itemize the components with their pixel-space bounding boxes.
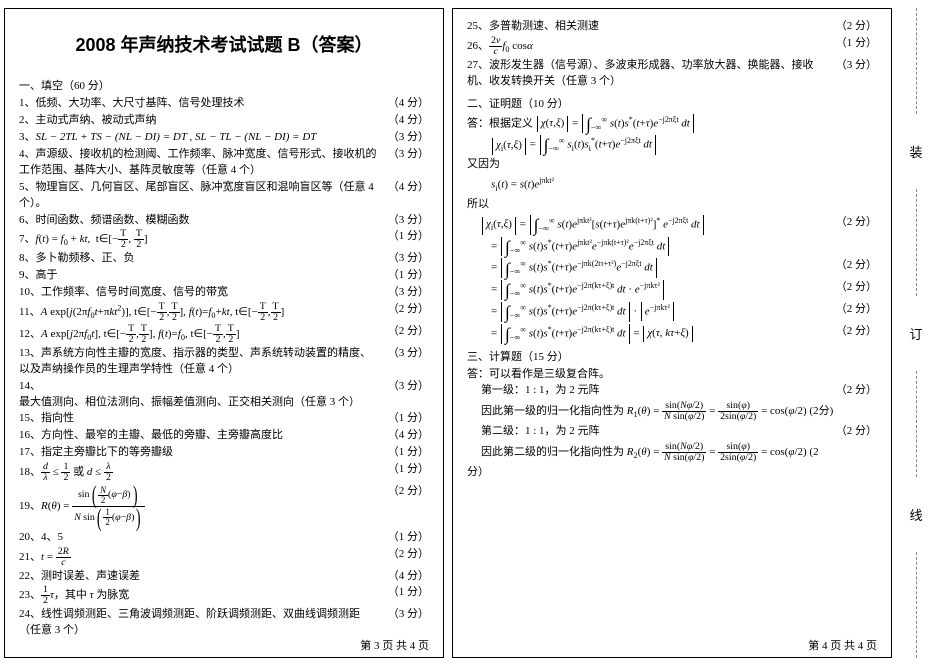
proof-step-3: = ∫−∞∞ s(t)s*(t+τ)e−jπk(2tτ+τ²)e−j2πξt d… bbox=[467, 258, 877, 278]
item-26: 26、2vcf0 cosα（1 分） bbox=[467, 36, 877, 57]
dash-line-icon bbox=[916, 189, 917, 295]
proof-step-6: = ∫−∞∞ s(t)s*(t+τ)e−j2π(kτ+ξ)t dt = χ(τ,… bbox=[467, 324, 877, 344]
page-number-left: 第 3 页 共 4 页 bbox=[360, 637, 429, 653]
page-4: 25、多普勒测速、相关测速（2 分） 26、2vcf0 cosα（1 分） 27… bbox=[452, 8, 892, 658]
item-3: 3、SL − 2TL + TS − (NL − DI) = DT , SL − … bbox=[19, 130, 429, 146]
dash-line-icon bbox=[916, 552, 917, 658]
item-10: 10、工作频率、信号时间宽度、信号的带宽（3 分） bbox=[19, 285, 429, 301]
binding-char-2: 订 bbox=[909, 324, 922, 343]
item-16: 16、方向性、最窄的主瓣、最低的旁瓣、主旁瓣高度比（4 分） bbox=[19, 428, 429, 444]
item-6: 6、时间函数、频谱函数、模糊函数（3 分） bbox=[19, 213, 429, 229]
proof-because: 又因为 bbox=[467, 157, 877, 173]
exam-title: 2008 年声纳技术考试试题 B（答案） bbox=[19, 31, 429, 57]
item-23: 23、12τ，其中 τ 为脉宽（1 分） bbox=[19, 585, 429, 606]
item-14: 14、最大值测向、相位法测向、振幅差值测向、正交相关测向（任意 3 个）（3 分… bbox=[19, 379, 429, 411]
item-5: 5、物理盲区、几何盲区、尾部盲区、脉冲宽度盲区和混响盲区等（任意 4 个）。（4… bbox=[19, 180, 429, 212]
section-b-heading: 二、证明题（10 分） bbox=[467, 97, 877, 113]
dash-line-icon bbox=[916, 371, 917, 477]
item-19: 19、R(θ) = sin(N2(φ−β))N sin(12(φ−β))（2 分… bbox=[19, 484, 429, 529]
item-7: 7、f(t) = f0 + kt, t∈[−T2, T2]（1 分） bbox=[19, 229, 429, 250]
item-22: 22、测时误差、声速误差（4 分） bbox=[19, 569, 429, 585]
page-number-right: 第 4 页 共 4 页 bbox=[808, 637, 877, 653]
item-18: 18、dλ ≤ 12 或 d ≤ λ2（1 分） bbox=[19, 462, 429, 483]
item-9: 9、高于（1 分） bbox=[19, 268, 429, 284]
item-27: 27、波形发生器（信号源）、多波束形成器、功率放大器、换能器、接收机、收发转换开… bbox=[467, 58, 877, 90]
item-25: 25、多普勒测速、相关测速（2 分） bbox=[467, 19, 877, 35]
item-20: 20、4、5（1 分） bbox=[19, 530, 429, 546]
proof-step-4: = ∫−∞∞ s(t)s*(t+τ)e−j2π(kτ+ξ)t dt · e−jπ… bbox=[467, 280, 877, 300]
binding-char-3: 线 bbox=[909, 505, 922, 524]
calc-l2-eq: 因此第二级的归一化指向性为 R2(θ) = sin(Nφ/2)N sin(φ/2… bbox=[467, 442, 877, 463]
item-13: 13、声系统方向性主瓣的宽度、指示器的类型、声系统转动装置的精度、以及声纳操作员… bbox=[19, 346, 429, 378]
item-8: 8、多卜勒频移、正、负（3 分） bbox=[19, 251, 429, 267]
item-15: 15、指向性（1 分） bbox=[19, 411, 429, 427]
proof-eq2: χi(τ,ξ) = ∫−∞∞ si(t)si*(t+τ)e−j2πξt dt bbox=[467, 135, 877, 155]
page-3: 2008 年声纳技术考试试题 B（答案） 一、填空（60 分） 1、低频、大功率… bbox=[4, 8, 444, 658]
proof-step-5: = ∫−∞∞ s(t)s*(t+τ)e−j2π(kτ+ξ)t dt · e−jπ… bbox=[467, 302, 877, 322]
item-24: 24、线性调频测距、三角波调频测距、阶跃调频测距、双曲线调频测距（任意 3 个）… bbox=[19, 607, 429, 639]
proof-step-1: χi(τ,ξ) = ∫−∞∞ s(t)ejπkt²[s(t+τ)ejπk(t+τ… bbox=[467, 215, 877, 235]
section-a-heading: 一、填空（60 分） bbox=[19, 79, 429, 95]
calc-l1-eq: 因此第一级的归一化指向性为 R1(θ) = sin(Nφ/2)N sin(φ/2… bbox=[467, 401, 877, 422]
binding-char-1: 装 bbox=[909, 142, 922, 161]
section-c-heading: 三、计算题（15 分） bbox=[467, 350, 877, 366]
proof-so: 所以 bbox=[467, 197, 877, 213]
dash-line-icon bbox=[916, 8, 917, 114]
calc-l1: 第一级：1 : 1，为 2 元阵（2 分） bbox=[467, 383, 877, 399]
item-4: 4、声源级、接收机的检测阈、工作频率、脉冲宽度、信号形式、接收机的工作范围、基阵… bbox=[19, 147, 429, 179]
calc-l2: 第二级：1 : 1，为 2 元阵（2 分） bbox=[467, 424, 877, 440]
item-21: 21、t = 2Rc（2 分） bbox=[19, 547, 429, 568]
item-12: 12、A exp[j2πf0t], t∈[−T2,T2], f(t)=f0, t… bbox=[19, 324, 429, 345]
item-17: 17、指定主旁瓣比下的等旁瓣级（1 分） bbox=[19, 445, 429, 461]
binding-margin: 装 订 线 bbox=[896, 8, 936, 658]
proof-def: 答：根据定义 χ(τ,ξ) = ∫−∞∞ s(t)s*(t+τ)e−j2πξt … bbox=[467, 114, 877, 134]
item-2: 2、主动式声纳、被动式声纳（4 分） bbox=[19, 113, 429, 129]
proof-step-2: = ∫−∞∞ s(t)s*(t+τ)ejπkt²e−jπk(t+τ)²e−j2π… bbox=[467, 237, 877, 257]
calc-tail: 分） bbox=[467, 465, 877, 481]
proof-eq3: si(t) = s(t)ejπkt² bbox=[467, 175, 877, 195]
item-11: 11、A exp[j(2πf0t+πkt2)], t∈[−T2,T2], f(t… bbox=[19, 302, 429, 323]
item-1: 1、低频、大功率、大尺寸基阵、信号处理技术（4 分） bbox=[19, 96, 429, 112]
calc-ans: 答：可以看作是三级复合阵。 bbox=[467, 367, 877, 383]
